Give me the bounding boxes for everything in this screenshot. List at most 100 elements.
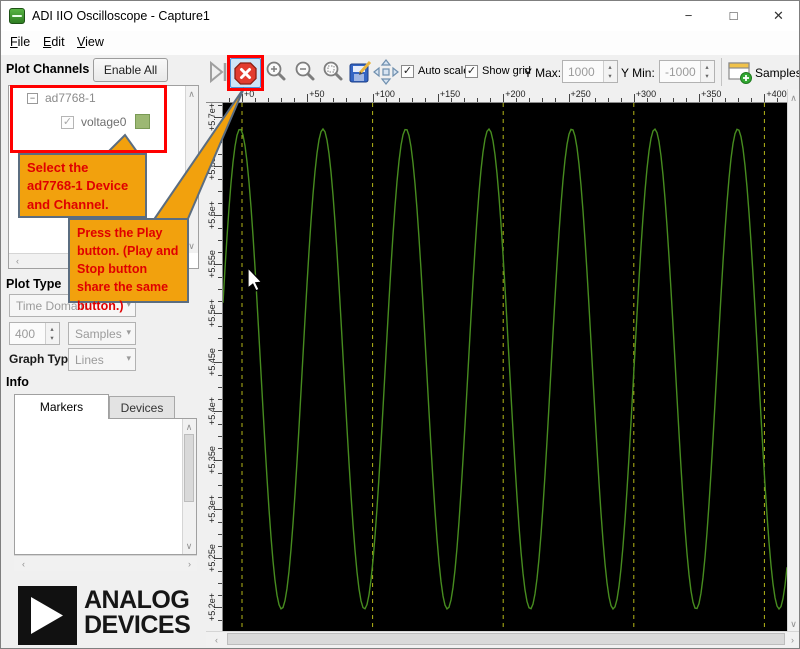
x-minor-tick [647,98,648,102]
save-icon[interactable] [348,59,372,85]
adi-logo-text: ANALOG DEVICES [84,588,190,638]
graph-type-value: Lines [75,353,104,367]
markers-scroll-thumb[interactable] [184,434,194,502]
plot-scroll-down-icon[interactable]: ∨ [787,619,800,629]
y-minor-tick [218,546,222,547]
markers-scroll-down-icon[interactable]: ∨ [182,541,196,551]
y-minor-tick [218,179,222,180]
y-minor-tick [218,375,222,376]
y-min-value: -1000 [665,65,696,79]
x-minor-tick [412,98,413,102]
x-minor-tick [255,98,256,102]
waveform-chart [223,103,787,631]
x-ruler: +0+50+100+150+200+250+300+350+400 [223,89,787,103]
plot-vscrollbar[interactable] [787,89,800,631]
app-icon [9,8,25,24]
markers-hscrollbar[interactable] [14,555,197,571]
tree-scroll-left-icon[interactable]: ‹ [11,256,24,266]
x-tick [699,94,700,102]
x-minor-tick [542,98,543,102]
x-minor-tick [451,98,452,102]
pan-move-icon[interactable] [373,59,397,85]
x-minor-tick [738,98,739,102]
enable-all-button[interactable]: Enable All [93,58,168,82]
y-max-value: 1000 [568,65,595,79]
app-window: ADI IIO Oscilloscope - Capture1 − □ ✕ Fi… [0,0,800,649]
y-minor-tick [218,399,222,400]
y-minor-tick [218,301,222,302]
y-minor-tick [218,130,222,131]
y-minor-tick [218,497,222,498]
plot-type-heading: Plot Type [6,277,61,291]
x-minor-tick [281,98,282,102]
callout-press-play: Press the Play button. (Play and Stop bu… [68,218,189,303]
markers-scroll-left-icon[interactable]: ‹ [17,559,30,569]
plot-channels-heading: Plot Channels [6,62,89,76]
samples-button-label[interactable]: Samples [755,66,800,80]
menu-edit[interactable]: Edit [43,35,65,49]
tab-devices[interactable]: Devices [109,396,175,419]
x-minor-tick [386,98,387,102]
y-tick-label: +5.65e [207,146,217,186]
x-tick [634,94,635,102]
y-minor-tick [218,473,222,474]
auto-scale-checkbox[interactable]: ✓ [401,65,414,78]
spin-down-icon: ▾ [604,72,616,80]
info-heading: Info [6,375,29,389]
y-minor-tick [218,448,222,449]
y-tick-label: +5.6e+ [207,195,217,235]
x-tick [438,94,439,102]
sample-unit-select[interactable]: Samples ▾ [68,322,136,345]
zoom-fit-icon[interactable] [321,59,345,85]
stepper-arrows[interactable]: ▴▾ [603,61,617,82]
markers-textarea[interactable] [14,418,197,555]
x-minor-tick [751,98,752,102]
markers-scroll-right-icon[interactable]: › [183,559,196,569]
stepper-arrows[interactable]: ▴▾ [45,323,59,344]
y-tick-label: +5.45e [207,342,217,382]
minimize-button[interactable]: − [666,1,711,31]
close-button[interactable]: ✕ [756,1,800,31]
y-tick-label: +5.5e+ [207,293,217,333]
stepper-arrows[interactable]: ▴▾ [700,61,714,82]
y-minor-tick [218,240,222,241]
plot-canvas[interactable] [223,103,787,631]
x-minor-tick [425,98,426,102]
spin-up-icon: ▴ [46,325,58,333]
tree-scroll-up-icon[interactable]: ∧ [185,89,198,99]
markers-scroll-up-icon[interactable]: ∧ [182,422,196,432]
x-minor-tick [399,98,400,102]
plot-scroll-left-icon[interactable]: ‹ [210,635,223,645]
menu-view[interactable]: View [77,35,104,49]
y-minor-tick [218,534,222,535]
y-min-label: Y Min: [621,66,655,80]
y-minor-tick [218,154,222,155]
x-minor-tick [320,98,321,102]
x-minor-tick [360,98,361,102]
y-min-stepper[interactable]: -1000 ▴▾ [659,60,715,83]
new-samples-window-icon[interactable] [727,59,751,85]
zoom-out-icon[interactable] [293,59,317,85]
y-minor-tick [218,228,222,229]
spin-down-icon: ▾ [701,72,713,80]
y-tick-label: +5.25e [207,538,217,578]
x-tick [764,94,765,102]
show-grid-checkbox[interactable]: ✓ [465,65,478,78]
maximize-button[interactable]: □ [711,1,756,31]
plot-hscroll-thumb[interactable] [227,633,785,645]
x-minor-tick [516,98,517,102]
ruler-corner [206,89,223,103]
tab-markers[interactable]: Markers [14,394,109,419]
y-minor-tick [218,387,222,388]
y-tick-label: +5.7e+ [207,103,217,137]
plot-scroll-right-icon[interactable]: › [786,635,799,645]
graph-type-select[interactable]: Lines ▾ [68,348,136,371]
menu-file[interactable]: File [10,35,30,49]
y-max-stepper[interactable]: 1000 ▴▾ [562,60,618,83]
y-minor-tick [218,424,222,425]
sample-count-stepper[interactable]: 400 ▴▾ [9,322,60,345]
zoom-in-icon[interactable] [264,59,288,85]
spin-down-icon: ▾ [46,334,58,342]
plot-scroll-up-icon[interactable]: ∧ [787,93,800,103]
x-minor-tick [346,98,347,102]
